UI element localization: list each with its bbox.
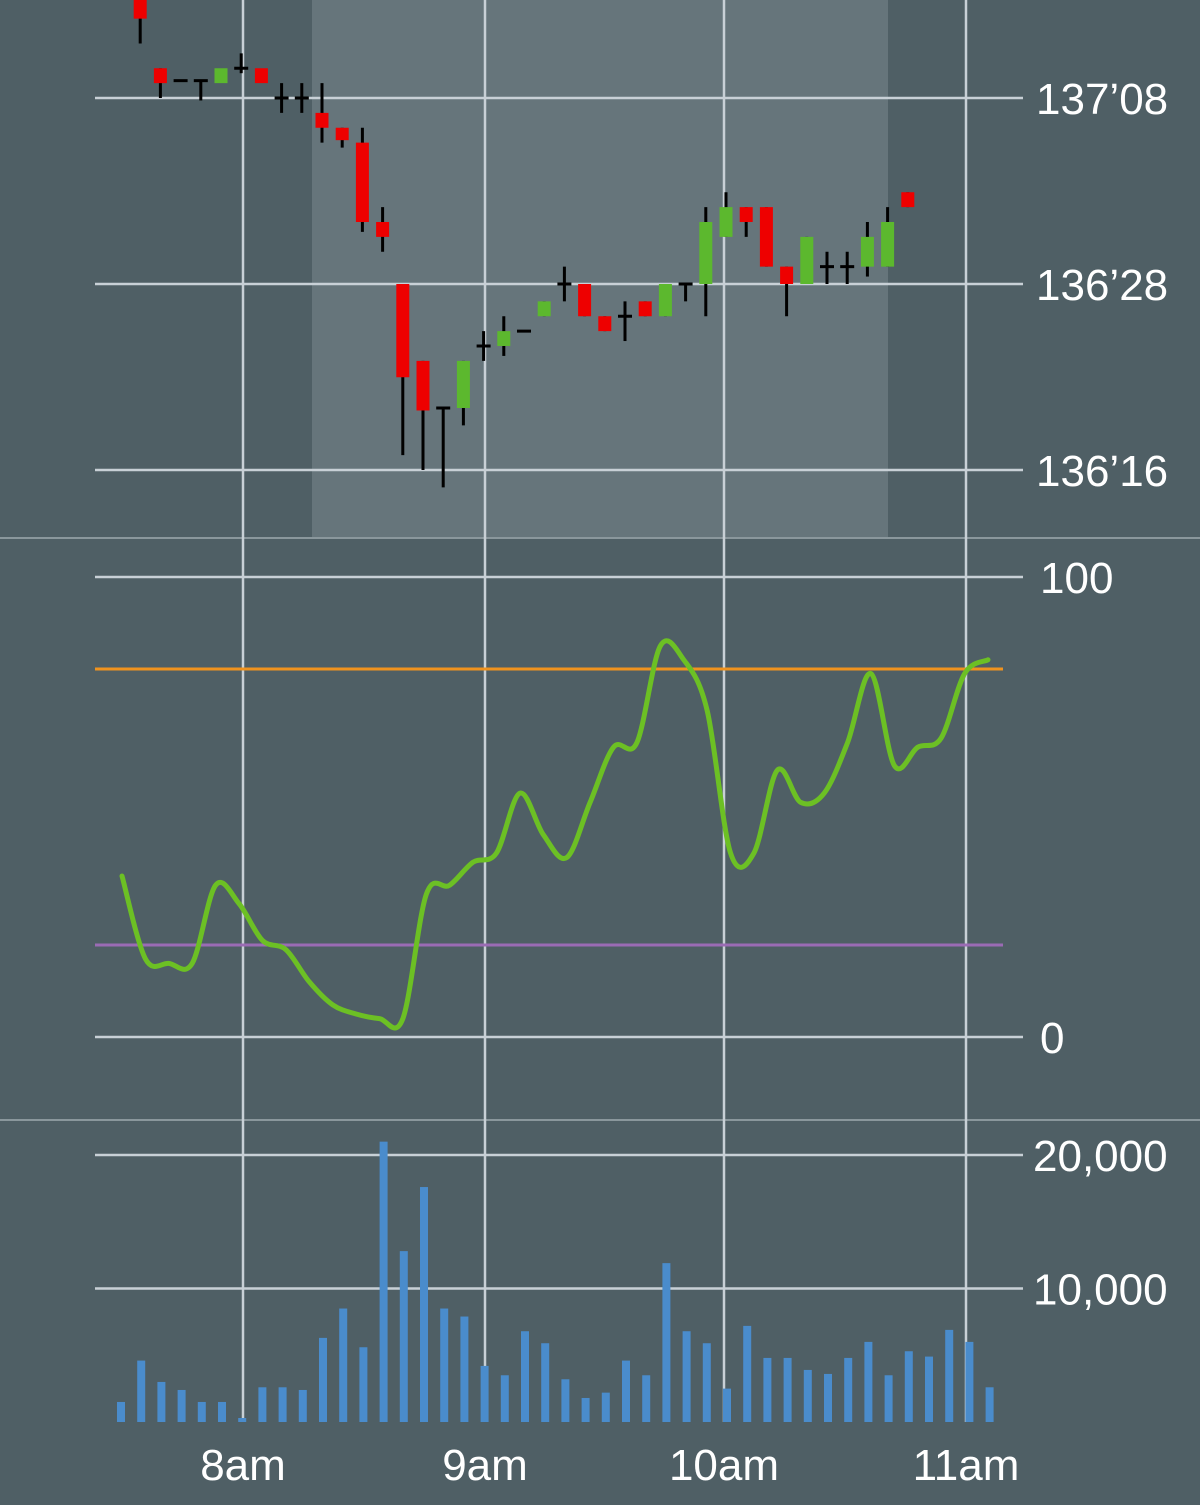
price-tick-label: 136’28: [1036, 261, 1168, 310]
candle-body: [315, 112, 329, 128]
volume-bar: [339, 1308, 348, 1422]
candle: [901, 192, 915, 208]
candle: [214, 68, 228, 84]
candle: [759, 207, 773, 267]
candle-body: [881, 222, 895, 267]
candle: [598, 316, 612, 332]
candle: [638, 301, 652, 317]
candle-body: [416, 360, 430, 411]
volume-bar: [319, 1337, 327, 1422]
volume-bar: [803, 1369, 812, 1422]
candle-body: [355, 142, 369, 222]
volume-tick-label: 10,000: [1033, 1266, 1168, 1315]
volume-bar: [662, 1263, 671, 1422]
volume-bar: [965, 1341, 974, 1422]
candle: [537, 301, 551, 317]
candle-body: [153, 68, 167, 84]
oscillator-tick-label: 0: [1040, 1014, 1064, 1063]
volume-bar: [399, 1251, 408, 1422]
volume-bar: [723, 1388, 731, 1422]
volume-bar: [622, 1360, 630, 1422]
volume-bar: [884, 1375, 893, 1422]
volume-bar: [117, 1401, 125, 1422]
volume-bar: [440, 1308, 449, 1422]
volume-bar: [743, 1325, 752, 1422]
volume-bar: [581, 1397, 590, 1422]
candle-body: [699, 222, 713, 284]
time-label: 10am: [669, 1441, 779, 1490]
volume-bar: [904, 1351, 913, 1422]
time-label: 8am: [200, 1441, 286, 1490]
volume-bar: [258, 1387, 267, 1422]
volume-bar: [359, 1347, 368, 1422]
volume-bar: [500, 1375, 509, 1422]
volume-bar: [157, 1381, 166, 1422]
candle-body: [860, 236, 874, 267]
volume-bar: [521, 1331, 529, 1422]
volume-bar: [420, 1187, 428, 1422]
candle-body: [638, 301, 652, 317]
candle: [800, 236, 814, 284]
time-label: 11am: [913, 1441, 1020, 1490]
volume-bar: [460, 1316, 469, 1422]
candle-body: [133, 0, 147, 19]
volume-bar: [480, 1365, 489, 1422]
volume-bar: [601, 1392, 610, 1422]
volume-bar: [985, 1387, 994, 1422]
volume-bar: [298, 1389, 307, 1422]
volume-bar: [561, 1379, 570, 1422]
volume-bar: [925, 1356, 933, 1422]
candle-body: [254, 68, 268, 84]
volume-bar: [278, 1387, 287, 1422]
volume-bar: [945, 1329, 954, 1422]
candle-body: [759, 207, 773, 267]
candle-body: [658, 284, 672, 317]
candle-body: [800, 236, 814, 284]
volume-bar: [702, 1343, 711, 1422]
candle: [578, 284, 592, 317]
candle-body: [739, 207, 753, 222]
candle-body: [719, 207, 733, 237]
volume-bar: [177, 1389, 186, 1422]
volume-bar: [541, 1343, 550, 1422]
chart-canvas: 136’16 136’28 137’08 0 100 10,000 20,000 8am 9am…: [0, 0, 1200, 1500]
candle-body: [396, 284, 410, 378]
candle-body: [214, 68, 228, 84]
price-tick-label: 137’08: [1036, 75, 1168, 124]
volume-bar: [379, 1141, 388, 1422]
volume-bar: [783, 1357, 792, 1422]
candle: [658, 284, 672, 317]
trading-chart: 136’16 136’28 137’08 0 100 10,000 20,000 8am 9am…: [0, 0, 1200, 1500]
candle: [254, 68, 268, 84]
candle-body: [376, 222, 390, 237]
oscillator-tick-label: 100: [1040, 554, 1113, 603]
time-label: 9am: [442, 1441, 528, 1490]
volume-bar: [137, 1360, 146, 1422]
candle: [355, 127, 369, 232]
price-tick-label: 136’16: [1036, 447, 1168, 496]
volume-bar: [844, 1357, 853, 1422]
volume-tick-label: 20,000: [1033, 1132, 1168, 1181]
candle-body: [578, 284, 592, 317]
candle-body: [456, 360, 470, 408]
volume-bar: [864, 1341, 873, 1422]
volume-bar: [197, 1401, 206, 1422]
volume-bar: [218, 1401, 226, 1422]
candle-body: [537, 301, 551, 317]
volume-bar: [763, 1357, 772, 1422]
candle-body: [335, 127, 349, 141]
volume-bar: [238, 1417, 247, 1422]
candle-body: [780, 266, 794, 284]
volume-bar: [824, 1373, 832, 1422]
volume-bar: [642, 1375, 651, 1422]
candle-body: [598, 316, 612, 332]
volume-bar: [682, 1331, 691, 1422]
candle-body: [497, 331, 511, 346]
candle-body: [901, 192, 915, 208]
